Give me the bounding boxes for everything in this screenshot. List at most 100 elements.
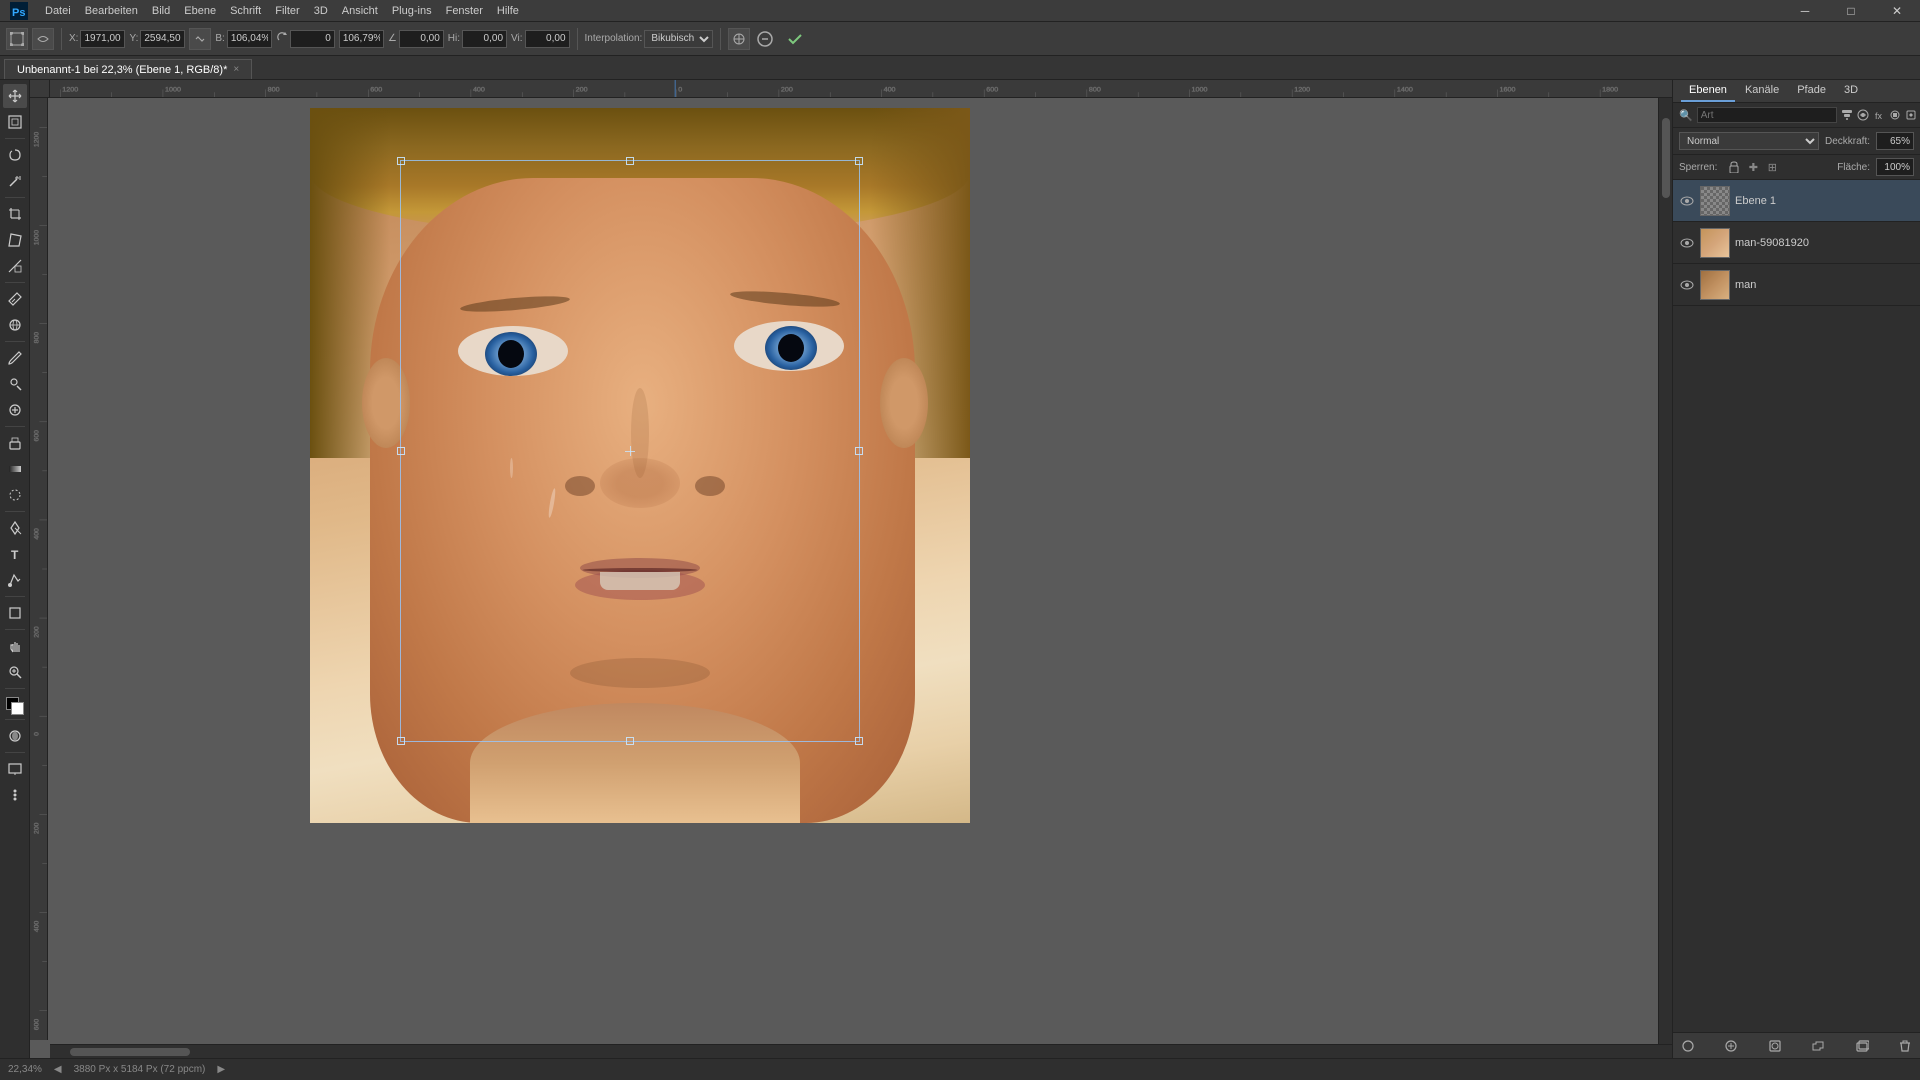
transform-mode-btn[interactable]	[6, 28, 28, 50]
commit-transform-button[interactable]	[784, 28, 806, 50]
lock-artboards-btn[interactable]: ⊞	[1764, 159, 1780, 175]
tool-clone-stamp[interactable]	[3, 372, 27, 396]
tool-eraser[interactable]	[3, 431, 27, 455]
menu-datei[interactable]: Datei	[38, 3, 78, 19]
layers-adjustment-btn[interactable]	[1857, 107, 1869, 123]
transform-warp-btn[interactable]	[32, 28, 54, 50]
lock-position-btn[interactable]: ✚	[1745, 159, 1761, 175]
layers-style-btn[interactable]: fx	[1873, 107, 1885, 123]
rotation-input[interactable]	[290, 30, 335, 48]
tool-text[interactable]: T	[3, 542, 27, 566]
tool-sep-7	[5, 596, 25, 597]
tool-screen-mode[interactable]	[3, 757, 27, 781]
vertical-scrollbar[interactable]	[1658, 98, 1672, 1044]
layer-thumb-man	[1700, 270, 1730, 300]
menu-fenster[interactable]: Fenster	[439, 3, 490, 19]
background-color[interactable]	[11, 702, 24, 715]
tool-artboard[interactable]	[3, 110, 27, 134]
tool-healing[interactable]	[3, 398, 27, 422]
canvas-area[interactable]: 1200 1000 800 600 400 200 0 200	[30, 80, 1672, 1058]
tool-zoom[interactable]	[3, 660, 27, 684]
tab-pfade[interactable]: Pfade	[1789, 80, 1834, 102]
layer-visibility-ebene1[interactable]	[1679, 193, 1695, 209]
tool-slice[interactable]	[3, 254, 27, 278]
skew-h-input[interactable]	[399, 30, 444, 48]
x-input[interactable]	[80, 30, 125, 48]
color-swatch-box[interactable]	[6, 697, 24, 715]
layers-mask-btn[interactable]	[1889, 107, 1901, 123]
minimize-button[interactable]: ─	[1782, 0, 1828, 22]
tool-path-selection[interactable]	[3, 568, 27, 592]
tool-3d-material[interactable]	[3, 313, 27, 337]
link-proportions-btn[interactable]	[189, 28, 211, 50]
horizontal-scrollbar[interactable]	[50, 1044, 1672, 1058]
tool-hand[interactable]	[3, 634, 27, 658]
add-adjustment-layer-btn[interactable]	[1722, 1037, 1740, 1055]
tab-kanaele[interactable]: Kanäle	[1737, 80, 1787, 102]
layer-item-ebene1[interactable]: Ebene 1	[1673, 180, 1920, 222]
layer-visibility-man[interactable]	[1679, 277, 1695, 293]
menu-bearbeiten[interactable]: Bearbeiten	[78, 3, 145, 19]
interp-select[interactable]: Bikubisch	[644, 30, 713, 48]
menu-3d[interactable]: 3D	[307, 3, 335, 19]
horizontal-scroll-thumb[interactable]	[70, 1048, 190, 1056]
layers-search-input[interactable]	[1697, 107, 1837, 123]
menu-plugins[interactable]: Plug-ins	[385, 3, 439, 19]
status-arrow-left[interactable]: ◀	[54, 1064, 62, 1075]
y-input[interactable]	[140, 30, 185, 48]
tool-pen[interactable]	[3, 516, 27, 540]
tool-extras[interactable]	[3, 783, 27, 807]
layers-panel: Ebenen Kanäle Pfade 3D 🔍 fx	[1672, 80, 1920, 1058]
delete-layer-btn[interactable]	[1896, 1037, 1914, 1055]
extra-transform-btn[interactable]	[728, 28, 750, 50]
height-input[interactable]	[339, 30, 384, 48]
menu-filter[interactable]: Filter	[268, 3, 306, 19]
svg-text:0: 0	[678, 87, 682, 94]
tool-shape[interactable]	[3, 601, 27, 625]
interp-label: Interpolation:	[585, 33, 643, 44]
tool-brush[interactable]	[3, 346, 27, 370]
close-button[interactable]: ✕	[1874, 0, 1920, 22]
maximize-button[interactable]: □	[1828, 0, 1874, 22]
tab-3d[interactable]: 3D	[1836, 80, 1866, 102]
tool-blur[interactable]	[3, 483, 27, 507]
hi-input[interactable]	[462, 30, 507, 48]
vi-input[interactable]	[525, 30, 570, 48]
menu-bild[interactable]: Bild	[145, 3, 177, 19]
opacity-input[interactable]	[1876, 132, 1914, 150]
add-fill-layer-btn[interactable]	[1679, 1037, 1697, 1055]
menu-schrift[interactable]: Schrift	[223, 3, 268, 19]
menu-hilfe[interactable]: Hilfe	[490, 3, 526, 19]
lock-pixels-btn[interactable]	[1726, 159, 1742, 175]
tool-quick-mask[interactable]	[3, 724, 27, 748]
tab-ebenen[interactable]: Ebenen	[1681, 80, 1735, 102]
status-arrow-right[interactable]: ▶	[217, 1064, 225, 1075]
vertical-scroll-thumb[interactable]	[1662, 118, 1670, 198]
menu-ansicht[interactable]: Ansicht	[335, 3, 385, 19]
tool-lasso[interactable]	[3, 143, 27, 167]
add-mask-btn[interactable]	[1766, 1037, 1784, 1055]
cancel-transform-button[interactable]	[754, 28, 776, 50]
layers-filter-type-btn[interactable]	[1841, 107, 1853, 123]
tool-move[interactable]	[3, 84, 27, 108]
tool-perspective-crop[interactable]	[3, 228, 27, 252]
blend-mode-select[interactable]: Normal	[1679, 132, 1819, 150]
document-tab[interactable]: Unbenannt-1 bei 22,3% (Ebene 1, RGB/8)* …	[4, 59, 252, 79]
layers-bottom-bar	[1673, 1032, 1920, 1058]
tool-magic-wand[interactable]	[3, 169, 27, 193]
add-layer-btn[interactable]	[1853, 1037, 1871, 1055]
toolbar-sep-3	[720, 28, 721, 50]
layer-item-man[interactable]: man	[1673, 264, 1920, 306]
width-input[interactable]	[227, 30, 272, 48]
canvas-content[interactable]	[50, 98, 1672, 1040]
group-layers-btn[interactable]	[1809, 1037, 1827, 1055]
layers-smartobj-btn[interactable]	[1905, 107, 1917, 123]
menu-ebene[interactable]: Ebene	[177, 3, 223, 19]
fill-input[interactable]	[1876, 158, 1914, 176]
tab-close-button[interactable]: ×	[233, 64, 239, 75]
layer-item-man-photo[interactable]: man-59081920	[1673, 222, 1920, 264]
layer-visibility-man-photo[interactable]	[1679, 235, 1695, 251]
tool-eyedropper[interactable]	[3, 287, 27, 311]
tool-gradient[interactable]	[3, 457, 27, 481]
tool-crop[interactable]	[3, 202, 27, 226]
